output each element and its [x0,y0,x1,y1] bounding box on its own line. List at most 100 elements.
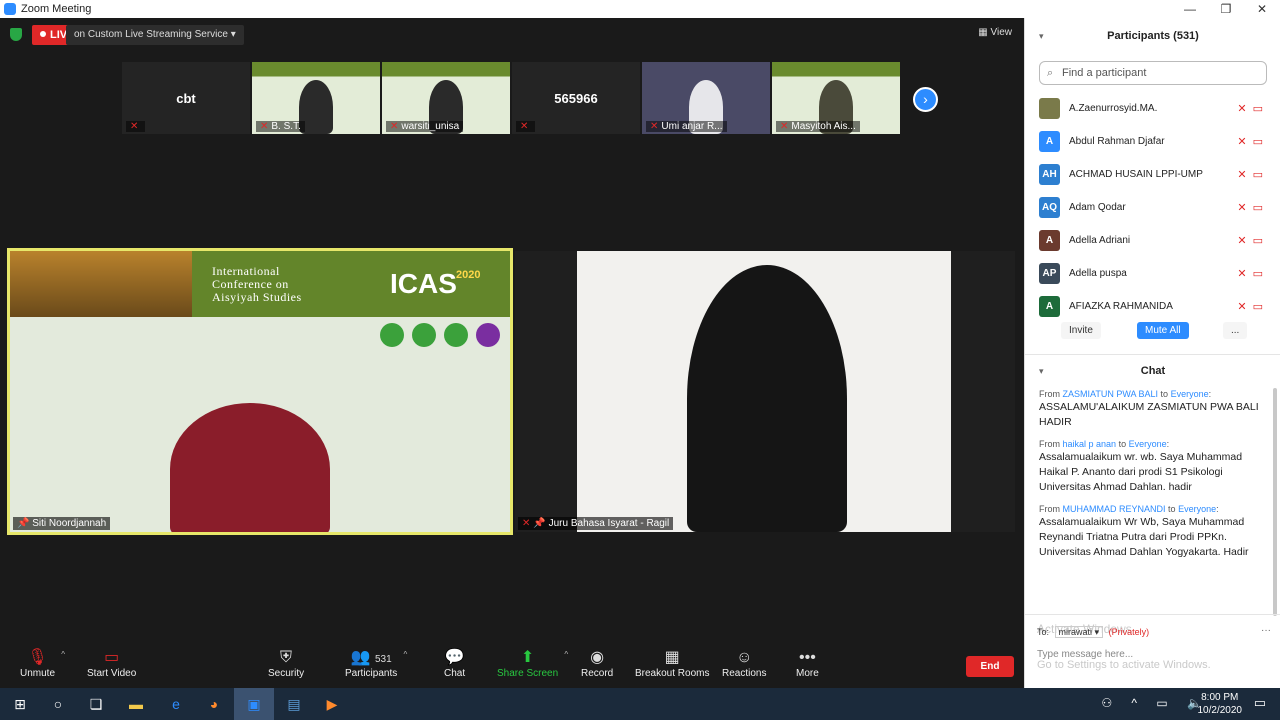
chat-label: Chat [444,668,466,679]
banner-title: International Conference on Aisyiyah Stu… [212,265,342,304]
restore-button[interactable]: ❐ [1208,0,1244,18]
thumbnail-tile[interactable]: ✕ Masyitoh Ais... [772,62,900,134]
thumbnail-tile[interactable]: ✕ Umi anjar R... [642,62,770,134]
recipient-name: Everyone [1170,389,1209,399]
windows-start-icon[interactable]: ⊞ [10,694,30,714]
next-page-arrow-icon[interactable]: › [913,87,938,112]
taskbar-clock[interactable]: 8:00 PM 10/2/2020 [1198,691,1243,717]
active-speaker-video[interactable]: International Conference on Aisyiyah Stu… [7,248,513,535]
mute-all-button[interactable]: Mute All [1137,322,1189,339]
chevron-up-icon[interactable]: ^ [403,650,407,659]
participant-search-input[interactable]: ⌕ Find a participant [1039,61,1267,85]
record-label: Record [581,668,614,679]
chat-message: From ZASMIATUN PWA BALI to Everyone: ASSA… [1039,388,1271,430]
participant-row[interactable]: A.Zaenurrosyid.MA. ✕▭ [1039,92,1269,125]
breakout-rooms-label: Breakout Rooms [635,668,710,679]
breakout-rooms-icon: ▦ [664,649,680,666]
streaming-text: on Custom Live Streaming Service [74,29,228,40]
thumbnail-tile[interactable]: ✕ warsiti_unisa [382,62,510,134]
chat-message-input[interactable]: Type message here... [1037,649,1269,660]
end-meeting-button[interactable]: End [966,656,1014,677]
video-off-icon: ▭ [104,649,120,666]
chevron-down-icon[interactable]: ▾ [1039,18,1044,54]
avatar: A [1039,296,1060,317]
mic-video-off-icon: ✕▭ [1237,103,1269,115]
unmute-button[interactable]: 🎙 ^ Unmute [20,648,65,679]
task-view-icon[interactable]: ❏ [86,694,106,714]
participant-row[interactable]: A AFIAZKA RAHMANIDA ✕▭ [1039,290,1269,323]
participant-row[interactable]: A Adella Adriani ✕▭ [1039,224,1269,257]
chat-message-meta: From ZASMIATUN PWA BALI to Everyone: [1039,389,1212,399]
meeting-top-bar: LIVE on Custom Live Streaming Service ▾ … [0,18,1024,50]
speaker-figure [170,403,330,532]
sender-name[interactable]: ZASMIATUN PWA BALI [1063,389,1159,399]
chat-message-meta: From haikal p anan to Everyone: [1039,439,1170,449]
participant-name: ACHMAD HUSAIN LPPI-UMP [1069,169,1203,180]
security-shield-icon[interactable] [10,28,22,41]
chat-scrollbar[interactable] [1273,388,1277,616]
search-icon: ⌕ [1047,67,1054,79]
minimize-button[interactable]: — [1172,0,1208,18]
search-icon[interactable]: ○ [48,694,68,714]
participant-row[interactable]: AH ACHMAD HUSAIN LPPI-UMP ✕▭ [1039,158,1269,191]
recipient-select[interactable]: mirawati ▾ [1054,626,1104,638]
chat-more-icon[interactable]: ··· [1261,625,1271,636]
view-button[interactable]: ▦ View [978,27,1012,38]
participants-more-button[interactable]: ... [1223,322,1248,339]
thumbnail-label: ✕ warsiti_unisa [386,121,464,132]
avatar: AP [1039,263,1060,284]
word-icon[interactable]: ▤ [284,694,304,714]
chat-button[interactable]: 💬 Chat [444,648,465,679]
avatar: A [1039,230,1060,251]
sender-name[interactable]: MUHAMMAD REYNANDI [1063,504,1166,514]
meeting-stage: LIVE on Custom Live Streaming Service ▾ … [0,18,1024,642]
zoom-app-icon [4,3,16,15]
chat-input-area: Activate Windows Go to Settings to activ… [1025,614,1280,688]
participant-row[interactable]: AP Adella puspa ✕▭ [1039,257,1269,290]
title-bar: Zoom Meeting — ❐ ✕ [0,0,1280,18]
chevron-up-icon[interactable]: ^ [61,650,65,659]
chevron-down-icon[interactable]: ▾ [1039,355,1044,387]
chevron-up-icon[interactable]: ^ [564,650,568,659]
share-screen-icon: ⬆ [520,649,535,666]
interpreter-video[interactable]: ✕ 📌 Juru Bahasa Isyarat - Ragil [515,251,1015,532]
recipient-name: mirawati [1058,627,1093,637]
conference-banner: International Conference on Aisyiyah Stu… [10,251,510,317]
zoom-taskbar-icon[interactable]: ▣ [234,688,274,720]
participant-row[interactable]: A Abdul Rahman Djafar ✕▭ [1039,125,1269,158]
record-button[interactable]: ◉ Record [581,648,613,679]
unmute-label: Unmute [20,668,56,679]
participants-title: Participants (531) [1107,30,1199,42]
participant-actions: Invite Mute All ... [1025,320,1280,344]
meeting-toolbar: 🎙 ^ Unmute ▭ Start Video ⛨ Security 👥 531… [0,642,1024,688]
start-video-button[interactable]: ▭ Start Video [87,648,136,679]
media-player-icon[interactable]: ▶ [322,694,342,714]
windows-taskbar: ⊞ ○ ❏ ▬ e ◕ ▣ ▤ ▶ ⚇ ^ ▭ 🔈 8:00 PM 10/2/2… [0,688,1280,720]
thumbnail-label: ✕ Umi anjar R... [646,121,727,132]
mic-video-off-icon: ✕▭ [1237,235,1269,247]
participants-label: Participants [345,668,398,679]
logo-icon [476,323,500,347]
thumbnail-tile[interactable]: cbt ✕ [122,62,250,134]
mic-video-off-icon: ✕▭ [1237,169,1269,181]
sender-name[interactable]: haikal p anan [1063,439,1117,449]
thumbnail-tile[interactable]: ✕ B. S.T. [252,62,380,134]
file-explorer-icon[interactable]: ▬ [126,694,146,714]
streaming-status[interactable]: on Custom Live Streaming Service ▾ [66,25,244,45]
thumbnail-tile[interactable]: 565966 ✕ [512,62,640,134]
more-button[interactable]: ••• More [796,648,819,679]
firefox-icon[interactable]: ◕ [204,694,224,714]
mic-off-icon: ✕ [650,121,659,132]
notification-icon[interactable]: ▭ [1254,695,1266,711]
breakout-rooms-button[interactable]: ▦ Breakout Rooms [635,648,709,679]
security-button[interactable]: ⛨ Security [268,648,304,679]
close-button[interactable]: ✕ [1244,0,1280,18]
system-tray[interactable]: ⚇ ^ ▭ 🔈 [1101,696,1210,710]
reactions-button[interactable]: ☺ Reactions [722,648,766,679]
participants-button[interactable]: 👥 531 ^ Participants [345,648,407,679]
invite-button[interactable]: Invite [1061,322,1101,339]
mic-video-off-icon: ✕▭ [1237,202,1269,214]
edge-browser-icon[interactable]: e [166,694,186,714]
share-screen-button[interactable]: ⬆ ^ Share Screen [497,648,568,679]
participant-row[interactable]: AQ Adam Qodar ✕▭ [1039,191,1269,224]
